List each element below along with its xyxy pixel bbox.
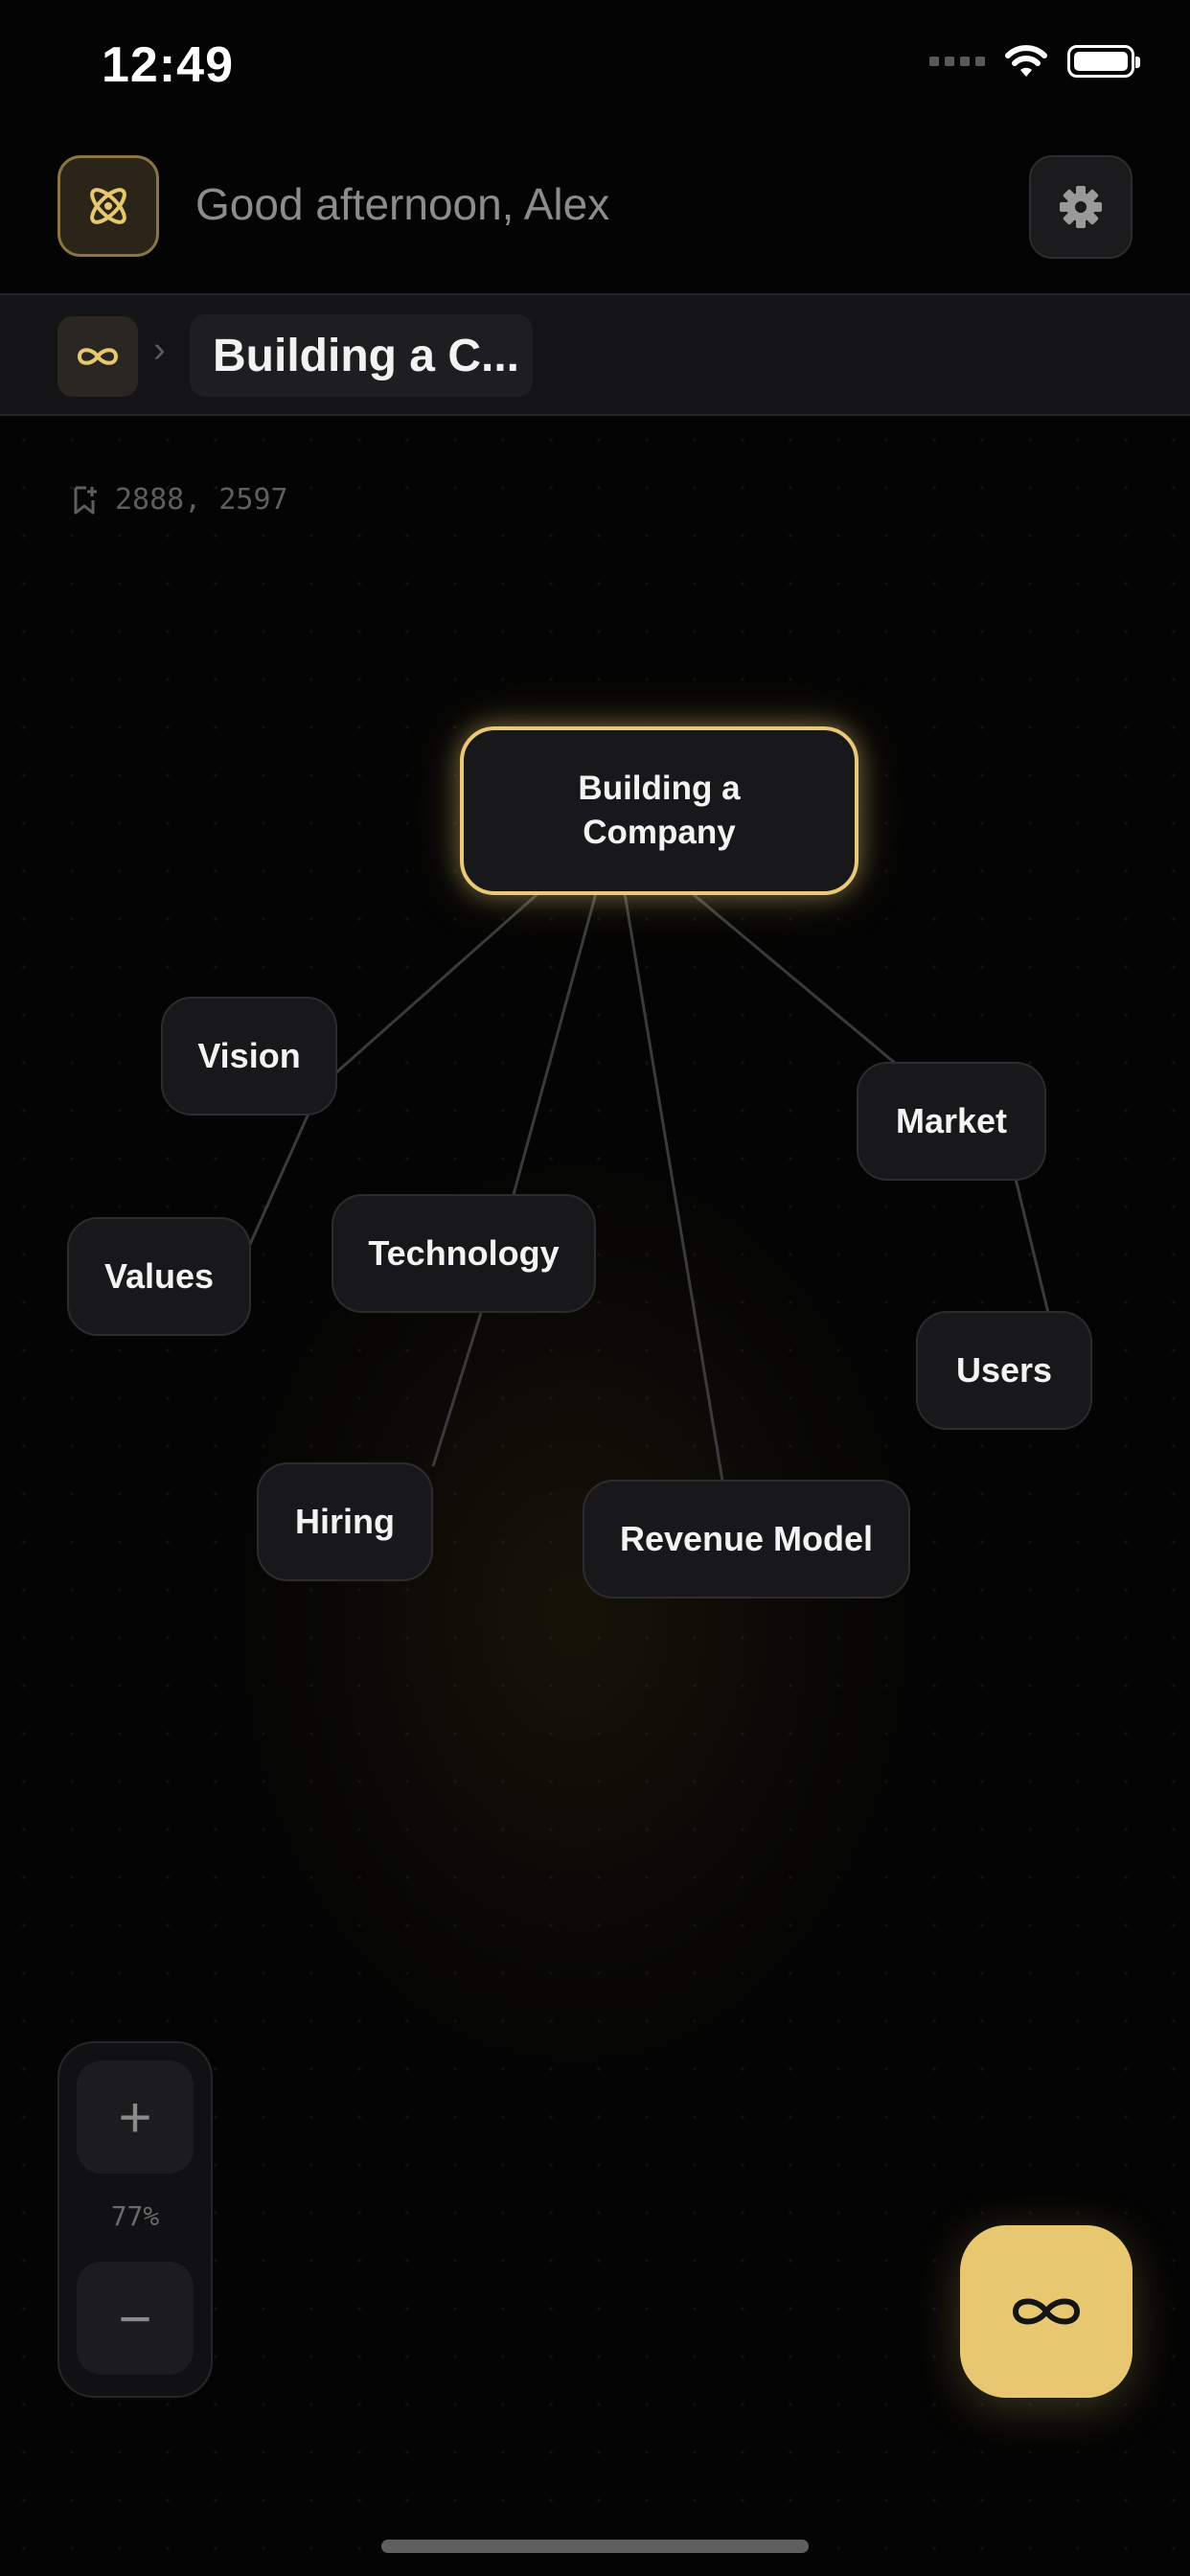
zoom-control: + 77% − (57, 2041, 213, 2398)
node-vision[interactable]: Vision (161, 997, 337, 1116)
atom-icon (90, 188, 126, 224)
logo-button[interactable] (57, 155, 159, 257)
wifi-icon (1005, 45, 1047, 77)
node-technology[interactable]: Technology (332, 1194, 596, 1313)
greeting-text: Good afternoon, Alex (195, 179, 610, 229)
node-root-line-2: Company (583, 814, 736, 851)
home-indicator[interactable] (381, 2540, 809, 2553)
bookmark-add-icon (74, 486, 97, 514)
breadcrumb-home-button[interactable] (57, 316, 138, 397)
zoom-out-button[interactable]: − (77, 2262, 194, 2375)
settings-button[interactable] (1029, 155, 1133, 259)
zoom-level: 77% (110, 2200, 160, 2232)
node-revenue-model[interactable]: Revenue Model (583, 1480, 910, 1598)
infinity-action-button[interactable] (960, 2225, 1133, 2398)
node-values[interactable]: Values (67, 1217, 251, 1336)
infinity-icon (1012, 2298, 1081, 2325)
breadcrumb: › Building a C... (0, 293, 1190, 416)
canvas-coordinates: 2888, 2597 (73, 483, 288, 517)
node-hiring[interactable]: Hiring (257, 1462, 433, 1581)
cellular-signal-icon (929, 57, 985, 66)
zoom-in-button[interactable]: + (77, 2060, 194, 2174)
node-root-line-1: Building a (578, 770, 741, 807)
coordinates-text: 2888, 2597 (115, 483, 288, 517)
breadcrumb-separator: › (153, 330, 166, 370)
gear-icon (1060, 186, 1102, 228)
status-time: 12:49 (102, 37, 234, 93)
node-users[interactable]: Users (916, 1311, 1092, 1430)
infinity-icon (77, 348, 119, 365)
node-root[interactable]: Building a Company (460, 726, 858, 895)
node-market[interactable]: Market (857, 1062, 1046, 1181)
battery-icon (1067, 45, 1140, 78)
breadcrumb-current[interactable]: Building a C... (190, 314, 533, 397)
status-icons (929, 44, 1140, 79)
